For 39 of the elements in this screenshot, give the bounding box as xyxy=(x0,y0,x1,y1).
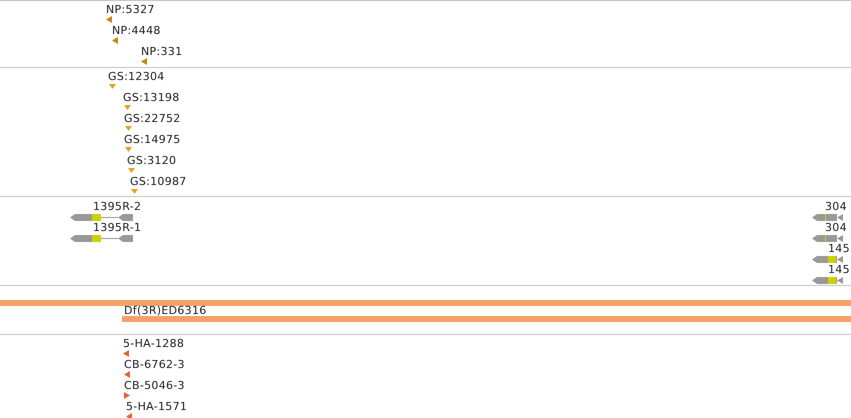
gene-label: 145 xyxy=(828,263,850,276)
feature-label: CB-5046-3 xyxy=(124,379,185,392)
gene-model-drawing xyxy=(70,214,134,221)
gene-label: 304 xyxy=(825,221,847,234)
feature-label: GS:12304 xyxy=(108,70,165,83)
down-triangle-icon xyxy=(128,168,135,173)
gene-label: 1395R-1 xyxy=(93,221,142,234)
feature-label: CB-6762-3 xyxy=(124,358,185,371)
feature-label: 5-HA-1571 xyxy=(126,400,188,413)
down-triangle-icon xyxy=(109,84,116,89)
gene-model-drawing xyxy=(812,214,843,221)
feature-label: GS:22752 xyxy=(124,112,181,125)
left-triangle-icon xyxy=(124,371,130,378)
gene-label: 145 xyxy=(828,242,850,255)
down-triangle-icon xyxy=(124,105,131,110)
feature-label: GS:14975 xyxy=(124,133,181,146)
left-triangle-icon xyxy=(106,16,112,23)
gene-model-drawing xyxy=(812,256,843,263)
down-triangle-icon xyxy=(125,147,132,152)
left-triangle-icon xyxy=(123,350,129,357)
feature-label: 5-HA-1288 xyxy=(123,337,184,350)
feature-label: NP:331 xyxy=(141,45,182,58)
feature-label: NP:4448 xyxy=(112,24,161,37)
gene-model-drawing xyxy=(812,235,843,242)
gene-model-drawing xyxy=(70,235,134,242)
deletion-label: Df(3R)ED6316 xyxy=(124,305,207,316)
gene-label: 304 xyxy=(825,200,847,213)
down-triangle-icon xyxy=(125,126,132,131)
feature-label: GS:13198 xyxy=(123,91,180,104)
left-triangle-icon xyxy=(141,58,147,65)
right-triangle-icon xyxy=(124,392,130,399)
left-triangle-icon xyxy=(126,413,132,418)
feature-label: GS:10987 xyxy=(130,175,187,188)
gene-model-drawing xyxy=(812,277,843,284)
feature-label: GS:3120 xyxy=(127,154,176,167)
left-triangle-icon xyxy=(112,37,118,44)
feature-label: NP:5327 xyxy=(106,3,155,16)
gene-label: 1395R-2 xyxy=(93,200,142,213)
down-triangle-icon xyxy=(131,189,138,194)
